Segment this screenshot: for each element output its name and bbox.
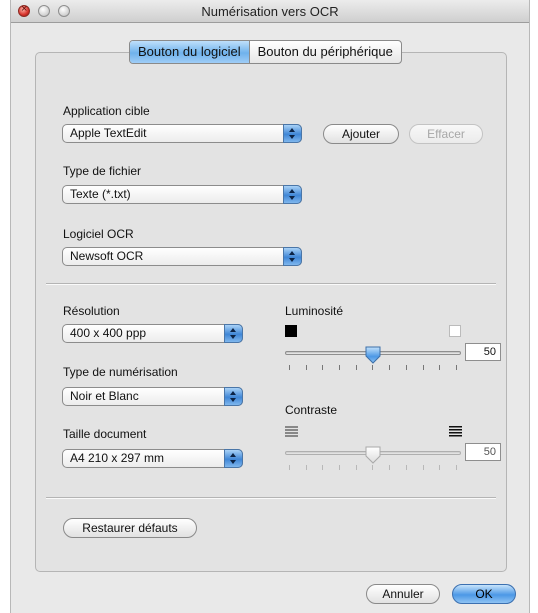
cancel-button[interactable]: Annuler [366,584,440,604]
resolution-label: Résolution [63,304,120,318]
window-title: Numérisation vers OCR [201,4,339,19]
contrast-slider-thumb[interactable] [365,446,381,464]
contrast-high-icon [449,426,462,437]
target-application-value: Apple TextEdit [70,126,147,140]
popup-arrows-icon [224,324,243,343]
document-size-value: A4 210 x 297 mm [70,451,165,465]
restore-defaults-button[interactable]: Restaurer défauts [63,518,197,538]
resolution-select[interactable]: 400 x 400 ppp [62,324,243,343]
target-application-select[interactable]: Apple TextEdit [62,124,302,143]
document-size-label: Taille document [63,427,147,441]
contrast-value-field[interactable]: 50 [465,443,501,461]
popup-arrows-icon [224,387,243,406]
resolution-value: 400 x 400 ppp [70,326,147,340]
add-button[interactable]: Ajouter [323,124,399,144]
dark-square-icon [285,325,297,337]
file-type-value: Texte (*.txt) [70,187,131,201]
popup-arrows-icon [283,185,302,204]
file-type-select[interactable]: Texte (*.txt) [62,185,302,204]
light-square-icon [449,325,461,337]
ocr-software-select[interactable]: Newsoft OCR [62,247,302,266]
tab-device-button[interactable]: Bouton du périphérique [248,41,401,63]
brightness-slider-thumb[interactable] [365,346,381,364]
popup-arrows-icon [224,449,243,468]
tab-panel: Application cible Apple TextEdit Ajouter… [35,52,507,572]
separator [46,497,496,498]
contrast-label: Contraste [285,403,338,417]
ocr-software-label: Logiciel OCR [63,227,134,241]
document-size-select[interactable]: A4 210 x 297 mm [62,449,243,468]
file-type-label: Type de fichier [63,164,142,178]
ocr-software-value: Newsoft OCR [70,249,144,263]
popup-arrows-icon [283,247,302,266]
contrast-ticks [289,465,457,471]
scan-type-select[interactable]: Noir et Blanc [62,387,243,406]
target-application-label: Application cible [63,104,150,118]
popup-arrows-icon [283,124,302,143]
dialog-window: Numérisation vers OCR Bouton du logiciel… [10,0,530,613]
tab-bar: Bouton du logiciel Bouton du périphériqu… [129,40,402,64]
tab-software-button[interactable]: Bouton du logiciel [130,41,249,63]
brightness-label: Luminosité [285,304,344,318]
brightness-value-field[interactable]: 50 [465,343,501,361]
scan-type-value: Noir et Blanc [70,389,139,403]
ok-button[interactable]: OK [452,584,516,604]
scan-type-label: Type de numérisation [63,365,178,379]
delete-button[interactable]: Effacer [409,124,483,144]
separator [46,283,496,284]
contrast-low-icon [285,426,298,437]
brightness-ticks [289,365,457,371]
title-bar[interactable]: Numérisation vers OCR [11,0,529,23]
